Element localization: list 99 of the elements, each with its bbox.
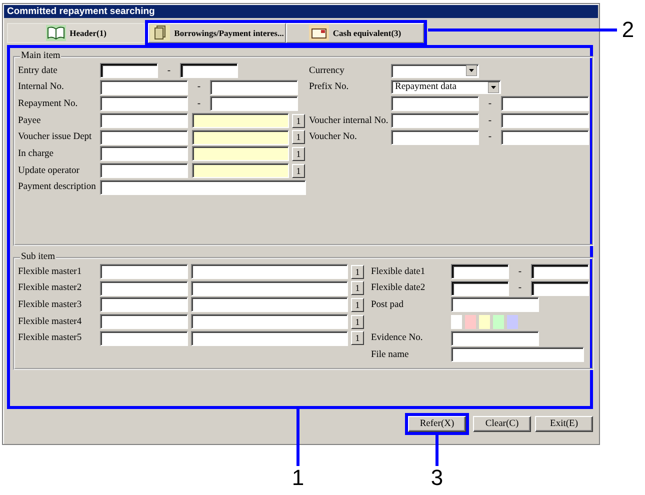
input-field[interactable]	[100, 130, 188, 145]
input-field[interactable]	[100, 163, 188, 178]
input-field[interactable]	[100, 63, 158, 78]
input-field[interactable]	[191, 280, 348, 296]
lookup-button[interactable]: 1	[292, 146, 305, 161]
input-field[interactable]	[451, 347, 584, 362]
input-field[interactable]	[210, 80, 298, 95]
input-field[interactable]	[100, 80, 188, 95]
field-label: Flexible master3	[18, 300, 83, 310]
callout-number: 3	[430, 466, 444, 490]
range-separator: -	[517, 283, 523, 294]
range-separator: -	[196, 98, 202, 109]
color-swatch[interactable]	[451, 314, 462, 329]
range-separator: -	[166, 66, 172, 76]
input-field[interactable]	[501, 130, 589, 145]
card-icon	[308, 24, 329, 40]
color-swatch[interactable]	[493, 314, 504, 329]
input-field[interactable]	[192, 113, 289, 128]
field-label: Internal No.	[18, 82, 65, 92]
color-swatch[interactable]	[479, 314, 490, 329]
range-separator: -	[487, 98, 493, 109]
input-field[interactable]	[100, 314, 188, 330]
input-field[interactable]	[531, 280, 589, 296]
input-field[interactable]	[192, 146, 289, 162]
input-field[interactable]	[531, 264, 589, 279]
input-field[interactable]	[100, 113, 188, 128]
tab[interactable]: Borrowings/Payment interes...	[148, 22, 286, 42]
input-field[interactable]	[100, 330, 188, 346]
input-field[interactable]	[501, 113, 589, 128]
field-label: Update operator	[18, 166, 80, 176]
document-stack-icon	[150, 24, 170, 40]
color-swatch[interactable]	[507, 314, 518, 329]
input-field[interactable]	[391, 130, 479, 145]
input-field[interactable]	[100, 264, 188, 279]
dialog-button[interactable]: Exit(E)	[535, 416, 593, 432]
field-label: Prefix No.	[309, 82, 350, 92]
input-field[interactable]	[192, 130, 289, 145]
input-field[interactable]	[191, 314, 348, 330]
field-label: Payee	[18, 116, 42, 126]
refer-button[interactable]: Refer(X)	[408, 416, 466, 432]
lookup-button[interactable]: 1	[292, 130, 305, 144]
window-title: Committed repayment searching	[4, 5, 598, 18]
field-label: Currency	[309, 66, 346, 76]
field-label: File name	[371, 350, 410, 360]
range-separator: -	[487, 116, 493, 126]
input-field[interactable]	[451, 297, 539, 312]
input-field[interactable]	[100, 96, 188, 112]
lookup-button[interactable]: 1	[351, 331, 364, 346]
field-label: Voucher internal No.	[309, 116, 390, 126]
input-field[interactable]	[100, 297, 188, 312]
input-field[interactable]	[501, 96, 589, 112]
input-field[interactable]	[391, 96, 479, 112]
field-label: Payment description	[18, 182, 97, 192]
dropdown[interactable]	[391, 64, 479, 78]
input-field[interactable]	[451, 264, 509, 279]
field-label: Flexible date1	[371, 266, 426, 276]
input-field[interactable]	[191, 297, 348, 312]
input-field[interactable]	[210, 96, 298, 112]
caret-icon	[488, 82, 499, 93]
callout-number: 2	[620, 18, 636, 42]
field-label: Flexible date2	[371, 283, 426, 294]
callout-number: 1	[290, 466, 306, 490]
input-field[interactable]	[100, 146, 188, 162]
range-separator: -	[517, 266, 523, 276]
caret-icon	[466, 65, 477, 76]
input-field[interactable]	[100, 180, 306, 195]
input-field[interactable]	[192, 163, 289, 178]
color-swatch[interactable]	[465, 314, 476, 329]
field-label: Post pad	[371, 300, 404, 310]
lookup-button[interactable]: 1	[351, 314, 364, 329]
lookup-button[interactable]: 1	[351, 281, 364, 296]
input-field[interactable]	[180, 63, 238, 78]
field-label: Repayment No.	[18, 98, 79, 109]
field-label: Flexible master5	[18, 333, 83, 344]
field-label: In charge	[18, 148, 54, 159]
input-field[interactable]	[451, 330, 539, 346]
field-label: Entry date	[18, 66, 58, 76]
tab[interactable]: Header(1)	[7, 22, 145, 42]
input-field[interactable]	[100, 280, 188, 296]
input-field[interactable]	[451, 280, 509, 296]
lookup-button[interactable]: 1	[351, 264, 364, 278]
field-label: Flexible master1	[18, 266, 83, 276]
field-label: Evidence No.	[371, 333, 424, 344]
tab[interactable]: Cash equivalent(3)	[286, 22, 424, 42]
dialog-button[interactable]: Clear(C)	[473, 416, 531, 432]
dropdown[interactable]: Repayment data	[391, 80, 501, 94]
field-label: Flexible master2	[18, 283, 83, 294]
field-label: Voucher issue Dept	[18, 132, 93, 142]
range-separator: -	[487, 132, 493, 142]
input-field[interactable]	[391, 113, 479, 128]
lookup-button[interactable]: 1	[292, 114, 305, 128]
field-label: Flexible master4	[18, 316, 83, 327]
input-field[interactable]	[191, 264, 348, 279]
range-separator: -	[196, 82, 202, 92]
input-field[interactable]	[191, 330, 348, 346]
field-label: Voucher No.	[309, 132, 358, 142]
lookup-button[interactable]: 1	[351, 298, 364, 312]
lookup-button[interactable]: 1	[292, 164, 305, 178]
book-icon	[46, 24, 66, 40]
